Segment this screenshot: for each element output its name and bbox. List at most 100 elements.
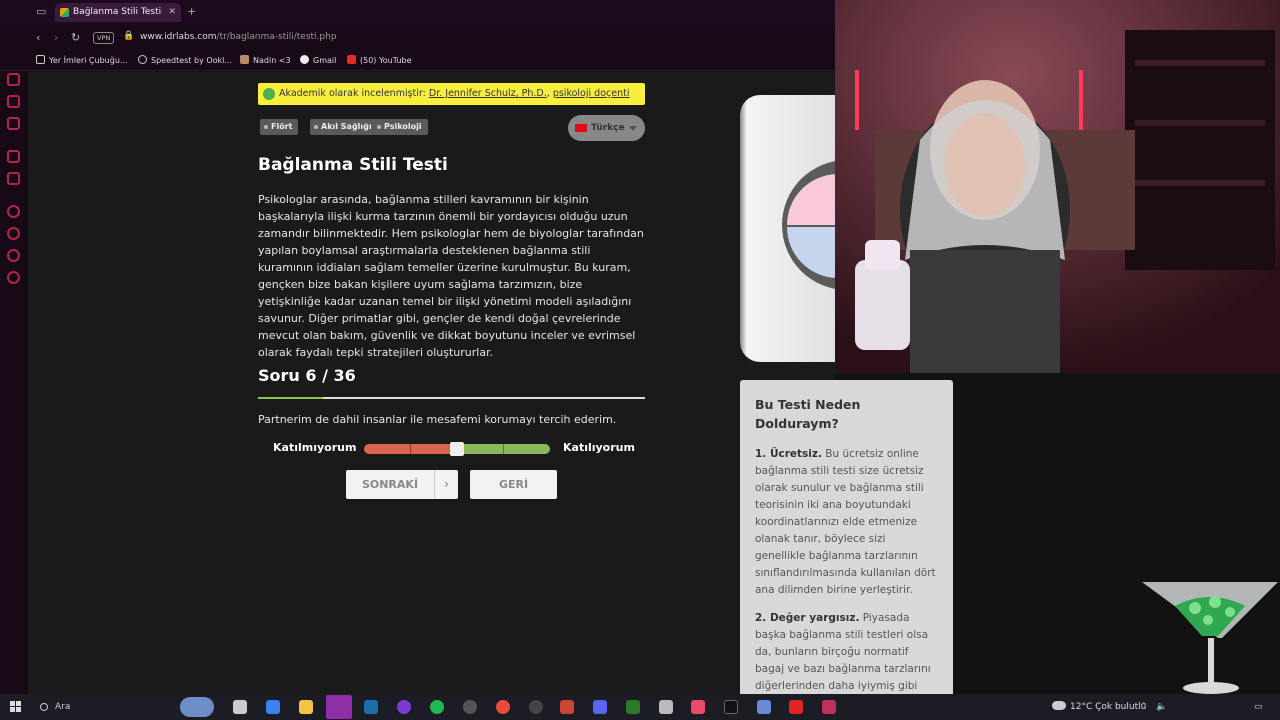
win-tile: [10, 701, 15, 706]
app-icon-5[interactable]: [757, 700, 771, 714]
extensions-icon[interactable]: [7, 249, 20, 262]
search-placeholder: Ara: [55, 702, 71, 712]
bookmark-speedtest[interactable]: Speedtest by Ookl...: [138, 55, 232, 65]
turkey-flag-icon: [575, 124, 587, 132]
progress-fill: [258, 397, 323, 399]
search-icon: [40, 703, 48, 711]
active-app-icon[interactable]: [326, 695, 352, 719]
new-tab-icon[interactable]: +: [187, 5, 196, 18]
widget-icon[interactable]: [180, 697, 214, 717]
weather-widget[interactable]: 12°C Çok bulutlu: [1052, 701, 1146, 712]
tab-active[interactable]: Bağlanma Stili Testi ✕: [55, 3, 181, 22]
url-field[interactable]: www.idrlabs.com/tr/baglanma-stili/testi.…: [140, 32, 337, 42]
url-path: /tr/baglanma-stili/testi.php: [216, 32, 337, 42]
avatar-icon: [240, 55, 249, 64]
app-icon-2[interactable]: [560, 700, 574, 714]
app-icon[interactable]: [529, 700, 543, 714]
tab-bar: ▭ Bağlanma Stili Testi ✕ +: [0, 0, 835, 25]
windows-start-icon[interactable]: [10, 701, 22, 713]
taskbar-search[interactable]: Ara: [31, 696, 171, 718]
slider-thumb[interactable]: [450, 442, 464, 456]
bookmark-label: Gmail: [313, 56, 337, 65]
next-button[interactable]: SONRAKİ ›: [346, 470, 458, 499]
reviewer-link[interactable]: Dr. Jennifer Schulz, Ph.D.: [429, 88, 547, 99]
chevron-right-icon: ›: [434, 470, 458, 499]
lock-icon[interactable]: 🔒: [123, 31, 134, 41]
app-icon-4[interactable]: [691, 700, 705, 714]
language-label: Türkçe: [591, 123, 625, 133]
back-button[interactable]: GERİ: [470, 470, 557, 499]
bookmark-label: Speedtest by Ookl...: [151, 56, 233, 65]
player-icon[interactable]: [7, 205, 20, 218]
reload-icon[interactable]: ↻: [71, 31, 80, 44]
tiktok-icon[interactable]: [724, 700, 738, 714]
excel-icon[interactable]: [626, 700, 640, 714]
steam-icon[interactable]: [364, 700, 378, 714]
discord-icon[interactable]: [593, 700, 607, 714]
obs-icon[interactable]: [463, 700, 477, 714]
history-icon[interactable]: [7, 227, 20, 240]
settings-icon[interactable]: [7, 271, 20, 284]
bookmark-label: Nadin <3: [253, 56, 291, 65]
tab-list-icon[interactable]: ▭: [36, 5, 46, 18]
cloud-icon: [1052, 701, 1066, 710]
tag-psikoloji[interactable]: Psikoloji: [373, 119, 428, 135]
weather-text: 12°C Çok bulutlu: [1070, 702, 1147, 712]
slider-tick: [410, 444, 411, 454]
progress-bar: [258, 397, 645, 399]
bookmark-label: (50) YouTube: [360, 56, 412, 65]
messenger-icon[interactable]: [7, 95, 20, 108]
why-take-test-box: Bu Testi Neden Dolduraym? 1. Ücretsiz. B…: [740, 380, 953, 694]
tab-title: Bağlanma Stili Testi: [73, 7, 162, 17]
language-selector[interactable]: Türkçe: [568, 115, 645, 141]
volume-icon[interactable]: 🔈: [1156, 702, 1167, 712]
app-icon-6[interactable]: [789, 700, 803, 714]
win-tile: [16, 701, 21, 706]
bookmark-nadin[interactable]: Nadin <3: [240, 55, 291, 65]
opera-gx-icon[interactable]: [397, 700, 411, 714]
disagree-label: Katılmıyorum: [273, 441, 357, 454]
twitch-icon[interactable]: [7, 150, 20, 163]
why-item-1-lead: 1. Ücretsiz.: [755, 448, 822, 460]
agree-label: Katılıyorum: [563, 441, 635, 454]
youtube-icon: [347, 55, 356, 64]
copilot-icon[interactable]: [266, 700, 280, 714]
browser-sidebar: [0, 0, 28, 694]
why-item-1-text: Bu ücretsiz online bağlanma stili testi …: [755, 448, 936, 596]
tag-flort[interactable]: Flört: [260, 119, 299, 135]
vpn-badge[interactable]: VPN: [93, 32, 115, 44]
question-counter: Soru 6 / 36: [258, 366, 356, 385]
app-icon-7[interactable]: [822, 700, 836, 714]
google-icon: [300, 55, 309, 64]
bookmark-youtube[interactable]: (50) YouTube: [347, 55, 412, 65]
x-icon[interactable]: [7, 172, 20, 185]
task-view-icon[interactable]: [233, 700, 247, 714]
webcam-scene: [835, 0, 1280, 373]
bookmark-folder[interactable]: Yer İmleri Çubuğu...: [36, 55, 128, 65]
tray-chevron-up-icon[interactable]: ⌃: [1140, 702, 1148, 712]
back-arrow-icon[interactable]: ‹: [36, 31, 40, 44]
tag-akil-sagligi[interactable]: Akıl Sağlığı: [310, 119, 378, 135]
forward-arrow-icon[interactable]: ›: [54, 31, 58, 44]
file-explorer-icon[interactable]: [299, 700, 313, 714]
bookmark-gmail[interactable]: Gmail: [300, 55, 336, 65]
speedtest-icon: [138, 55, 147, 64]
site-favicon-icon: [60, 8, 69, 17]
reviewer-role-link[interactable]: psikoloji doçenti: [553, 88, 630, 99]
next-button-label: SONRAKİ: [361, 478, 419, 491]
chevron-down-icon: [629, 126, 637, 131]
chrome-icon[interactable]: [496, 700, 510, 714]
check-badge-icon: [263, 88, 275, 100]
app-icon-3[interactable]: [659, 700, 673, 714]
notification-icon[interactable]: ▭: [1254, 702, 1263, 712]
spotify-icon[interactable]: [430, 700, 444, 714]
intro-paragraph: Psikologlar arasında, bağlanma stilleri …: [258, 193, 644, 359]
win-tile: [16, 707, 21, 712]
gaming-icon[interactable]: [7, 73, 20, 86]
why-item-1: 1. Ücretsiz. Bu ücretsiz online bağlanma…: [755, 446, 938, 599]
review-prefix: Akademik olarak incelenmiştir:: [279, 88, 429, 99]
url-host: www.idrlabs.com: [140, 32, 217, 42]
close-tab-icon[interactable]: ✕: [168, 3, 176, 22]
instagram-icon[interactable]: [7, 117, 20, 130]
slider-tick: [503, 444, 504, 454]
